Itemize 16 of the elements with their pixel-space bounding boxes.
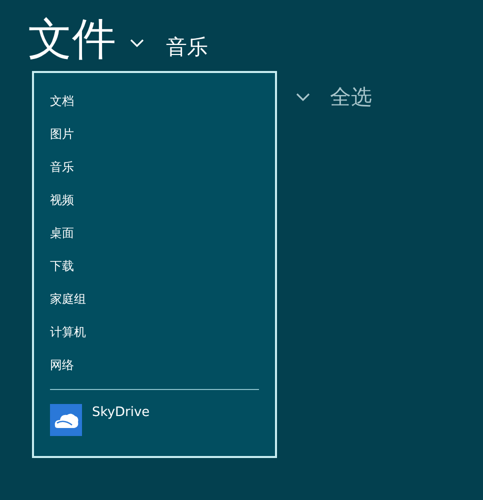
dropdown-chevron-icon[interactable] bbox=[130, 38, 144, 48]
page-title: 文件 bbox=[28, 14, 116, 66]
menu-item[interactable]: 桌面 bbox=[50, 217, 259, 250]
menu-item[interactable]: 下载 bbox=[50, 250, 259, 283]
menu-item[interactable]: 计算机 bbox=[50, 316, 259, 349]
menu-item[interactable]: SkyDrive bbox=[92, 404, 150, 422]
menu-item[interactable]: 网络 bbox=[50, 349, 259, 382]
menu-item[interactable]: 文档 bbox=[50, 85, 259, 118]
menu-item[interactable]: 家庭组 bbox=[50, 283, 259, 316]
menu-item[interactable]: 音乐 bbox=[50, 151, 259, 184]
select-all-button[interactable]: 全选 bbox=[330, 83, 372, 111]
cloud-icon bbox=[50, 404, 82, 436]
menu-item[interactable]: 图片 bbox=[50, 118, 259, 151]
location-label: 音乐 bbox=[166, 34, 208, 61]
menu-item[interactable]: 视频 bbox=[50, 184, 259, 217]
sort-chevron-icon[interactable] bbox=[296, 92, 310, 102]
